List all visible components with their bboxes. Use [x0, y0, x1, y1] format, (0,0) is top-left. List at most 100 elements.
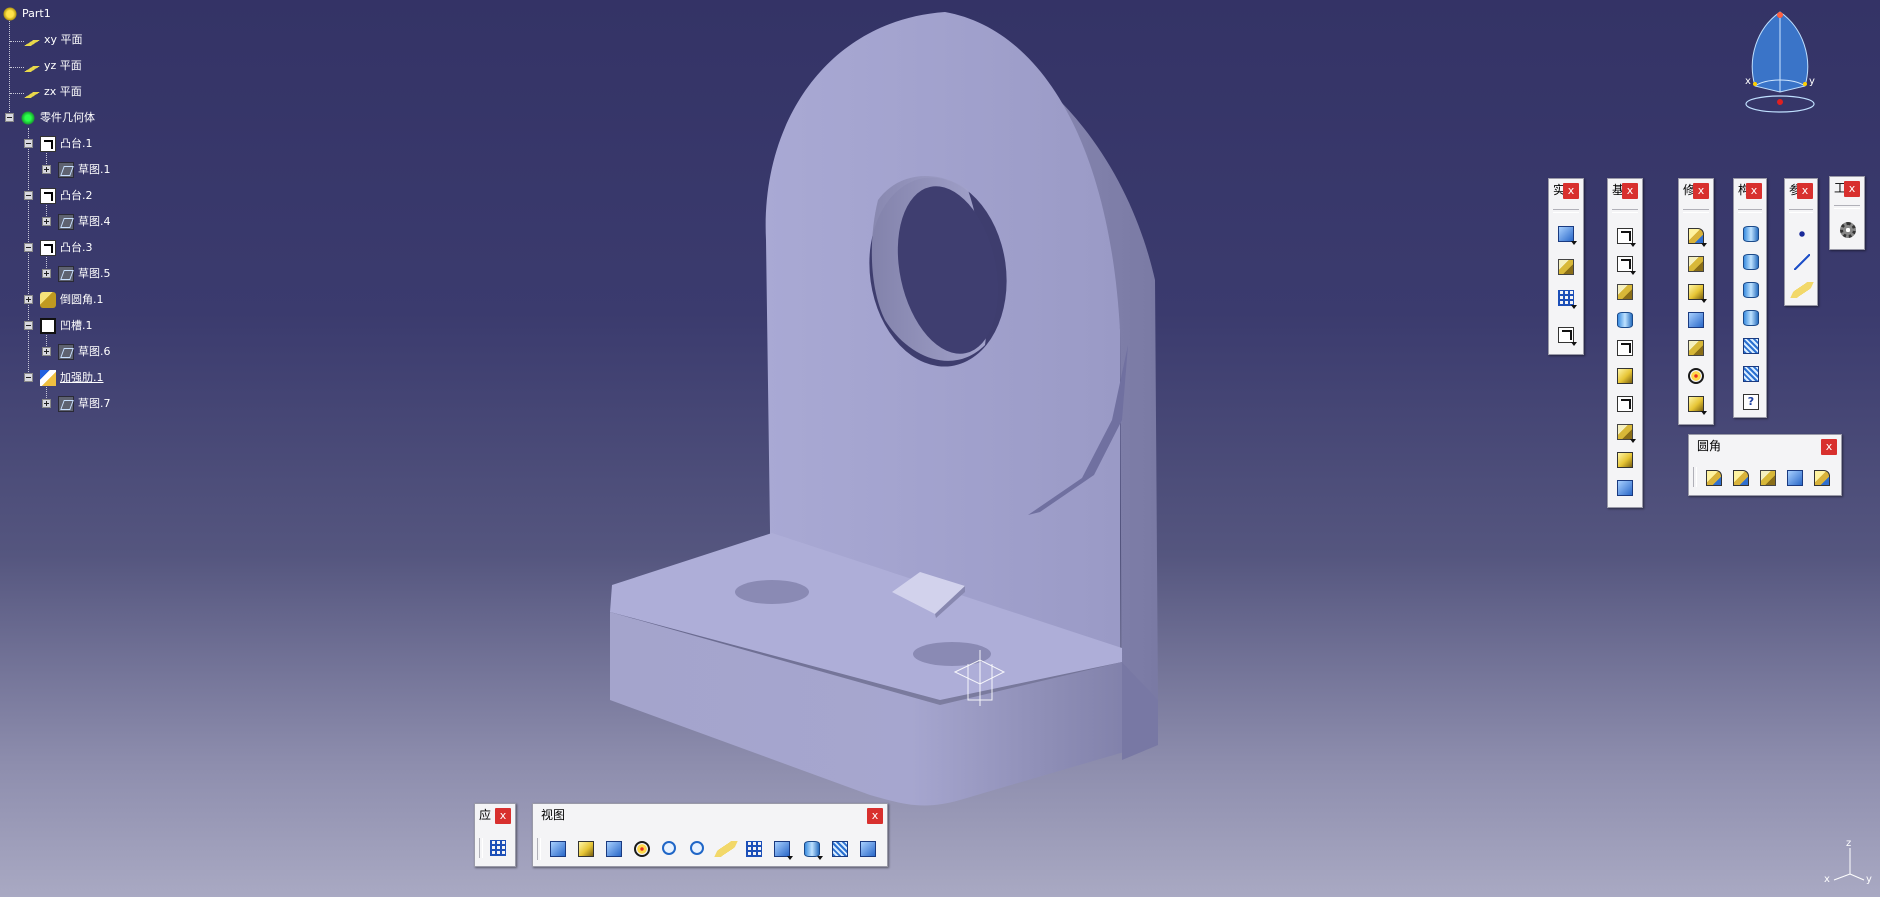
toolbar-part-body[interactable]: 实 x — [1548, 178, 1584, 355]
tree-expand-sketch[interactable] — [42, 217, 51, 226]
toolbar-grip[interactable] — [537, 838, 541, 860]
cylinder-tool-2-button[interactable] — [1740, 251, 1762, 273]
toolbar-grip[interactable] — [1834, 205, 1860, 209]
tree-collapse-feature[interactable] — [24, 191, 33, 200]
remove-face-button[interactable] — [1685, 393, 1707, 415]
tree-collapse-feature[interactable] — [24, 139, 33, 148]
stiffener-button[interactable] — [1614, 421, 1636, 443]
tree-collapse-feature[interactable] — [24, 243, 33, 252]
chevron-down-icon[interactable] — [1630, 271, 1636, 275]
pad-button[interactable] — [1614, 225, 1636, 247]
toolbar-grip[interactable] — [479, 838, 483, 858]
compass-widget[interactable]: x y — [1737, 8, 1823, 116]
specification-tree[interactable]: Part1 xy 平面 yz 平面 zx 平面 零件几何体 凸台.1 草图.1 … — [0, 0, 140, 420]
multi-section-solid-button[interactable] — [1614, 449, 1636, 471]
tree-item-pocket-1[interactable]: 凹槽.1 — [40, 317, 93, 335]
toolbar-grip[interactable] — [1683, 209, 1709, 213]
tree-expand-sketch[interactable] — [42, 165, 51, 174]
fit-all-button[interactable] — [575, 838, 597, 860]
toolbar-close-button[interactable]: x — [1746, 183, 1762, 199]
multi-view-button[interactable] — [743, 838, 765, 860]
chevron-down-icon[interactable] — [1630, 439, 1636, 443]
toolbar-fillets[interactable]: 圆角 x — [1688, 434, 1842, 496]
hole-button[interactable] — [1614, 337, 1636, 359]
pocket-button[interactable] — [1614, 253, 1636, 275]
edge-fillet-button[interactable] — [1685, 225, 1707, 247]
fly-mode-button[interactable] — [547, 838, 569, 860]
tritangent-fillet-button[interactable] — [1811, 467, 1833, 489]
cylinder-tool-5-button[interactable] — [1740, 335, 1762, 357]
zoom-in-button[interactable] — [659, 838, 681, 860]
toolbar-grip[interactable] — [1612, 209, 1638, 213]
toolbar-reference-elements[interactable]: 参 x — [1784, 178, 1818, 306]
toolbar-grip[interactable] — [1789, 209, 1813, 213]
tree-collapse-feature[interactable] — [24, 373, 33, 382]
tree-item-sketch-5[interactable]: 草图.5 — [58, 265, 111, 283]
pattern-button[interactable] — [1555, 287, 1577, 309]
toolbar-grip[interactable] — [1693, 467, 1697, 487]
cylinder-tool-1-button[interactable] — [1740, 223, 1762, 245]
apply-material-button[interactable] — [487, 837, 509, 859]
toolbar-sketch-based[interactable]: 基 x — [1607, 178, 1643, 508]
tree-item-sketch-4[interactable]: 草图.4 — [58, 213, 111, 231]
tree-item-pad-2[interactable]: 凸台.2 — [40, 187, 93, 205]
toolbar-close-button[interactable]: x — [1821, 439, 1837, 455]
tree-expand-feature[interactable] — [24, 295, 33, 304]
toolbar-close-button[interactable]: x — [1622, 183, 1638, 199]
tree-item-body[interactable]: 零件几何体 — [20, 109, 95, 127]
line-button[interactable] — [1791, 251, 1813, 273]
thickness-button[interactable] — [1685, 337, 1707, 359]
chevron-down-icon[interactable] — [787, 856, 793, 860]
toolbar-apply[interactable]: 应 x — [474, 803, 516, 867]
iso-view-button[interactable] — [771, 838, 793, 860]
shading-button[interactable] — [801, 838, 823, 860]
toolbar-close-button[interactable]: x — [867, 808, 883, 824]
tree-root-part[interactable]: Part1 — [2, 5, 51, 23]
toolbar-constraints[interactable]: 构 x ? — [1733, 178, 1767, 418]
tree-item-yz-plane[interactable]: yz 平面 — [22, 57, 82, 75]
toolbar-close-button[interactable]: x — [1693, 183, 1709, 199]
tree-collapse-body[interactable] — [5, 113, 14, 122]
chevron-down-icon[interactable] — [1571, 241, 1577, 245]
face-face-fillet-button[interactable] — [1784, 467, 1806, 489]
toolbar-close-button[interactable]: x — [1563, 183, 1579, 199]
chevron-down-icon[interactable] — [1571, 342, 1577, 346]
chevron-down-icon[interactable] — [1701, 411, 1707, 415]
rib-button[interactable] — [1614, 365, 1636, 387]
toolbar-tools[interactable]: 工 x — [1829, 176, 1865, 250]
thread-button[interactable] — [1685, 365, 1707, 387]
hide-show-button[interactable] — [829, 838, 851, 860]
part-model-viewport[interactable] — [0, 0, 1880, 897]
help-button[interactable]: ? — [1740, 391, 1762, 413]
toolbar-view[interactable]: 视图 x — [532, 803, 888, 867]
slot-button[interactable] — [1614, 393, 1636, 415]
cylinder-tool-3-button[interactable] — [1740, 279, 1762, 301]
groove-button[interactable] — [1614, 309, 1636, 331]
variable-fillet-button[interactable] — [1730, 467, 1752, 489]
tree-item-pad-3[interactable]: 凸台.3 — [40, 239, 93, 257]
insert-body-button[interactable] — [1555, 223, 1577, 245]
chevron-down-icon[interactable] — [1701, 299, 1707, 303]
tree-item-xy-plane[interactable]: xy 平面 — [22, 31, 83, 49]
cylinder-tool-6-button[interactable] — [1740, 363, 1762, 385]
chevron-down-icon[interactable] — [1630, 243, 1636, 247]
scale-button[interactable] — [1555, 324, 1577, 346]
tree-item-sketch-6[interactable]: 草图.6 — [58, 343, 111, 361]
point-button[interactable] — [1791, 223, 1813, 245]
pan-button[interactable] — [603, 838, 625, 860]
chevron-down-icon[interactable] — [817, 856, 823, 860]
draft-button[interactable] — [1685, 281, 1707, 303]
toolbar-close-button[interactable]: x — [1797, 183, 1813, 199]
options-button[interactable] — [1837, 219, 1859, 241]
chamfer-button[interactable] — [1685, 253, 1707, 275]
chordal-fillet-button[interactable] — [1757, 467, 1779, 489]
tree-item-rib-1[interactable]: 加强肋.1 — [40, 369, 104, 387]
toolbar-grip[interactable] — [1738, 209, 1762, 213]
tree-expand-sketch[interactable] — [42, 269, 51, 278]
chevron-down-icon[interactable] — [1571, 305, 1577, 309]
edge-fillet-button[interactable] — [1703, 467, 1725, 489]
tree-item-zx-plane[interactable]: zx 平面 — [22, 83, 82, 101]
plane-button[interactable] — [1790, 279, 1814, 301]
tree-expand-sketch[interactable] — [42, 399, 51, 408]
toolbar-dress-up[interactable]: 修 x — [1678, 178, 1714, 425]
